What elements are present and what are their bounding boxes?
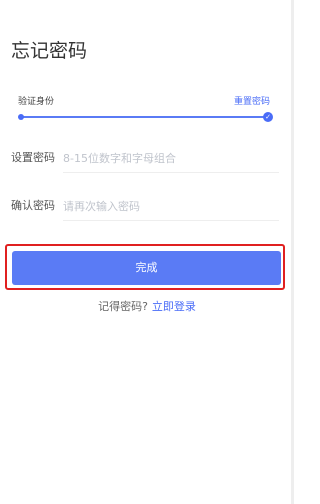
login-now-link[interactable]: 立即登录 [152,300,196,313]
confirm-password-input[interactable] [63,192,279,221]
password-row: 设置密码 [11,144,282,173]
login-prompt: 记得密码? 立即登录 [0,300,294,314]
password-label: 设置密码 [11,151,55,164]
step-start-dot [18,114,24,120]
step-reset-password: 重置密码 [234,97,271,107]
step-verify-identity: 验证身份 [18,97,55,107]
page-title: 忘记密码 [11,40,88,62]
confirm-password-label: 确认密码 [11,199,55,212]
forgot-password-page: 忘记密码 验证身份 重置密码 ✓ 设置密码 确认密码 完成 记得密码? 立即登录 [0,0,294,504]
confirm-password-row: 确认密码 [11,192,282,221]
remember-password-text: 记得密码? [98,300,148,313]
scrollbar-edge [291,0,294,504]
complete-button[interactable]: 完成 [12,251,281,285]
password-input[interactable] [63,144,279,173]
step-progress-bar [22,116,268,118]
checkmark-icon: ✓ [263,112,273,122]
